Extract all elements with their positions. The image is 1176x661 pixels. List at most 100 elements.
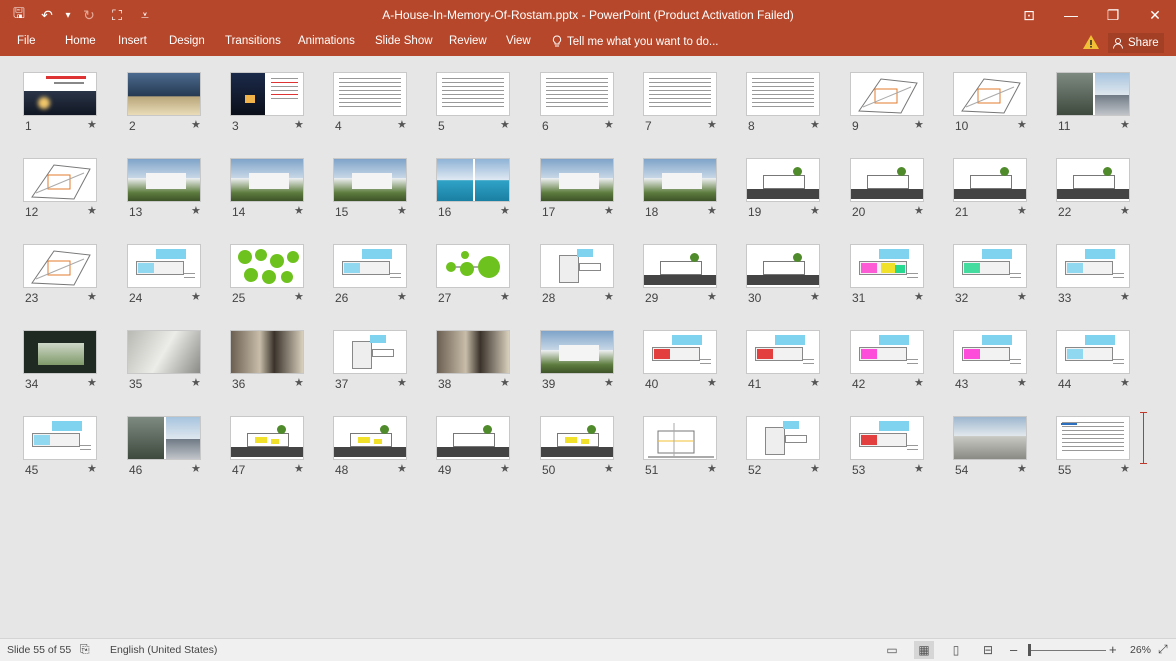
transition-star-icon[interactable]: ★ [397,118,407,131]
transition-star-icon[interactable]: ★ [87,118,97,131]
slide-preview[interactable] [746,72,820,116]
slide-preview[interactable] [127,330,201,374]
slide-thumbnail[interactable]: 21 ★ [953,158,1057,228]
transition-star-icon[interactable]: ★ [87,204,97,217]
slide-preview[interactable] [230,244,304,288]
customize-qat-icon[interactable]: ⩡ [134,4,156,26]
slide-preview[interactable] [953,416,1027,460]
transition-star-icon[interactable]: ★ [87,462,97,475]
slide-thumbnail[interactable]: 24 ★ [127,244,231,314]
slide-preview[interactable] [540,72,614,116]
transition-star-icon[interactable]: ★ [294,290,304,303]
slide-thumbnail[interactable]: 36 ★ [230,330,334,400]
normal-view-icon[interactable]: ▭ [882,641,902,659]
slide-thumbnail[interactable]: 44 ★ [1056,330,1160,400]
undo-icon[interactable]: ↶ [36,4,58,26]
slide-sorter-view-icon[interactable]: ▦ [914,641,934,659]
transition-star-icon[interactable]: ★ [397,290,407,303]
transition-star-icon[interactable]: ★ [707,118,717,131]
slide-preview[interactable] [540,244,614,288]
transition-star-icon[interactable]: ★ [397,462,407,475]
slide-thumbnail[interactable]: 32 ★ [953,244,1057,314]
transition-star-icon[interactable]: ★ [397,204,407,217]
zoom-level[interactable]: 26% [1130,644,1151,656]
slide-preview[interactable] [333,416,407,460]
slide-thumbnail[interactable]: 39 ★ [540,330,644,400]
warning-icon[interactable] [1082,33,1100,51]
slide-preview[interactable] [127,158,201,202]
transition-star-icon[interactable]: ★ [191,204,201,217]
slide-thumbnail[interactable]: 35 ★ [127,330,231,400]
share-button[interactable]: Share [1108,33,1164,53]
slide-preview[interactable] [436,416,510,460]
slide-thumbnail[interactable]: 1 ★ [23,72,127,142]
slide-preview[interactable] [850,158,924,202]
slide-preview[interactable] [1056,158,1130,202]
slide-thumbnail[interactable]: 15 ★ [333,158,437,228]
slide-preview[interactable] [23,330,97,374]
transition-star-icon[interactable]: ★ [810,376,820,389]
transition-star-icon[interactable]: ★ [1017,462,1027,475]
transition-star-icon[interactable]: ★ [604,462,614,475]
transition-star-icon[interactable]: ★ [294,462,304,475]
slide-thumbnail[interactable]: 22 ★ [1056,158,1160,228]
slide-thumbnail[interactable]: 20 ★ [850,158,954,228]
slide-preview[interactable] [953,72,1027,116]
tab-review[interactable]: Review [449,35,487,47]
transition-star-icon[interactable]: ★ [810,462,820,475]
slide-thumbnail[interactable]: 14 ★ [230,158,334,228]
slide-preview[interactable] [643,244,717,288]
slide-preview[interactable] [643,330,717,374]
zoom-slider[interactable] [1028,650,1106,651]
minimize-icon[interactable]: — [1050,0,1092,30]
transition-star-icon[interactable]: ★ [914,204,924,217]
transition-star-icon[interactable]: ★ [500,204,510,217]
transition-star-icon[interactable]: ★ [191,376,201,389]
reading-view-icon[interactable]: ▯ [946,641,966,659]
slide-thumbnail[interactable]: 33 ★ [1056,244,1160,314]
undo-dropdown-icon[interactable]: ▾ [64,4,72,26]
transition-star-icon[interactable]: ★ [604,118,614,131]
slide-preview[interactable] [127,244,201,288]
slide-thumbnail[interactable]: 50 ★ [540,416,644,486]
slide-preview[interactable] [540,330,614,374]
slide-thumbnail[interactable]: 3 ★ [230,72,334,142]
transition-star-icon[interactable]: ★ [1120,118,1130,131]
slide-preview[interactable] [436,330,510,374]
transition-star-icon[interactable]: ★ [500,376,510,389]
slide-preview[interactable] [333,158,407,202]
slide-preview[interactable] [850,244,924,288]
slide-preview[interactable] [436,158,510,202]
tab-view[interactable]: View [506,35,531,47]
slide-preview[interactable] [1056,72,1130,116]
slide-thumbnail[interactable]: 6 ★ [540,72,644,142]
transition-star-icon[interactable]: ★ [191,118,201,131]
tab-file[interactable]: File [17,35,36,47]
transition-star-icon[interactable]: ★ [914,290,924,303]
slide-thumbnail[interactable]: 47 ★ [230,416,334,486]
slide-thumbnail[interactable]: 19 ★ [746,158,850,228]
transition-star-icon[interactable]: ★ [397,376,407,389]
slide-preview[interactable] [230,416,304,460]
slide-thumbnail[interactable]: 10 ★ [953,72,1057,142]
zoom-slider-thumb[interactable] [1028,644,1031,656]
slide-thumbnail[interactable]: 30 ★ [746,244,850,314]
slide-thumbnail[interactable]: 18 ★ [643,158,747,228]
transition-star-icon[interactable]: ★ [604,290,614,303]
start-from-beginning-icon[interactable]: ⛶ [106,4,128,26]
transition-star-icon[interactable]: ★ [707,290,717,303]
transition-star-icon[interactable]: ★ [1017,118,1027,131]
slide-thumbnail[interactable]: 53 ★ [850,416,954,486]
close-icon[interactable]: ✕ [1134,0,1176,30]
slide-preview[interactable] [540,416,614,460]
slide-preview[interactable] [23,244,97,288]
transition-star-icon[interactable]: ★ [707,376,717,389]
slide-preview[interactable] [850,330,924,374]
slide-preview[interactable] [953,158,1027,202]
slide-thumbnail[interactable]: 40 ★ [643,330,747,400]
slide-preview[interactable] [436,244,510,288]
slide-thumbnail[interactable]: 38 ★ [436,330,540,400]
tab-transitions[interactable]: Transitions [225,35,281,47]
slide-thumbnail[interactable]: 26 ★ [333,244,437,314]
slide-thumbnail[interactable]: 45 ★ [23,416,127,486]
